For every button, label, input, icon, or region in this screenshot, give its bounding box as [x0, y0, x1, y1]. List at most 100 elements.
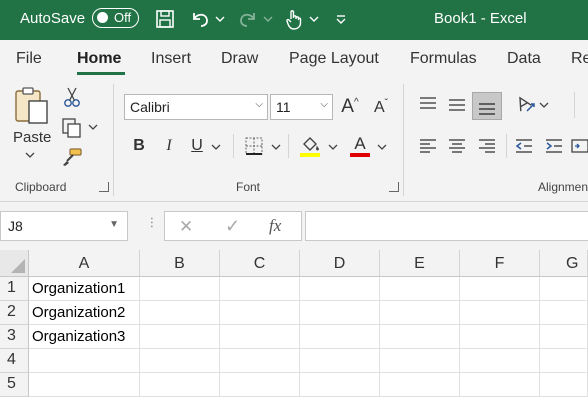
font-size-select[interactable]: 11 ⌵ [270, 94, 333, 120]
splitter-handle-icon[interactable]: ··· [144, 216, 161, 228]
tab-file[interactable]: File [16, 50, 42, 68]
tab-data[interactable]: Data [507, 50, 541, 68]
row-header-5[interactable]: 5 [0, 373, 29, 397]
cell-c1[interactable] [220, 277, 300, 301]
cell-e2[interactable] [380, 301, 460, 325]
bottom-align-icon[interactable] [472, 92, 502, 120]
orientation-icon[interactable] [512, 92, 538, 116]
redo-dropdown-icon[interactable] [262, 8, 274, 30]
cell-d2[interactable] [300, 301, 380, 325]
cell-b1[interactable] [140, 277, 220, 301]
cell-f3[interactable] [460, 325, 540, 349]
tab-page-layout[interactable]: Page Layout [289, 50, 379, 68]
paste-label[interactable]: Paste [13, 129, 51, 146]
row-header-3[interactable]: 3 [0, 325, 29, 349]
bold-button[interactable]: B [130, 135, 148, 157]
save-icon[interactable] [154, 8, 176, 30]
autosave-toggle[interactable]: Off [92, 8, 139, 28]
cell-g3[interactable] [540, 325, 588, 349]
merge-center-icon[interactable] [570, 134, 588, 158]
formula-input[interactable] [305, 211, 588, 241]
cell-b4[interactable] [140, 349, 220, 373]
tab-review[interactable]: Re [571, 50, 588, 68]
fill-color-dropdown-icon[interactable] [327, 142, 339, 152]
underline-dropdown-icon[interactable] [210, 142, 222, 152]
column-header-d[interactable]: D [300, 250, 380, 277]
cell-c2[interactable] [220, 301, 300, 325]
align-right-icon[interactable] [475, 134, 499, 158]
decrease-font-size-button[interactable]: Aˇ [369, 96, 393, 120]
cell-b5[interactable] [140, 373, 220, 397]
cell-a2[interactable]: Organization2 [29, 301, 140, 325]
tab-insert[interactable]: Insert [151, 50, 191, 68]
cell-f2[interactable] [460, 301, 540, 325]
cell-b2[interactable] [140, 301, 220, 325]
cell-e4[interactable] [380, 349, 460, 373]
paste-dropdown-icon[interactable] [24, 150, 36, 160]
undo-dropdown-icon[interactable] [214, 8, 226, 30]
decrease-indent-icon[interactable] [512, 134, 536, 158]
font-color-button[interactable]: A [348, 133, 372, 159]
customize-toolbar-icon[interactable] [334, 8, 348, 30]
align-left-icon[interactable] [416, 134, 440, 158]
cell-a1[interactable]: Organization1 [29, 277, 140, 301]
cell-e5[interactable] [380, 373, 460, 397]
column-header-f[interactable]: F [460, 250, 540, 277]
cell-a5[interactable] [29, 373, 140, 397]
cell-f4[interactable] [460, 349, 540, 373]
cell-g1[interactable] [540, 277, 588, 301]
column-header-b[interactable]: B [140, 250, 220, 277]
top-align-icon[interactable] [416, 92, 440, 116]
cell-d5[interactable] [300, 373, 380, 397]
cell-f5[interactable] [460, 373, 540, 397]
increase-indent-icon[interactable] [542, 134, 566, 158]
tab-draw[interactable]: Draw [221, 50, 258, 68]
cell-c5[interactable] [220, 373, 300, 397]
cell-g2[interactable] [540, 301, 588, 325]
cut-icon[interactable] [62, 86, 82, 108]
cell-d4[interactable] [300, 349, 380, 373]
orientation-dropdown-icon[interactable] [538, 100, 550, 110]
column-header-c[interactable]: C [220, 250, 300, 277]
font-name-select[interactable]: Calibri ⌵ [124, 94, 268, 120]
row-header-1[interactable]: 1 [0, 277, 29, 301]
cell-e1[interactable] [380, 277, 460, 301]
cell-c3[interactable] [220, 325, 300, 349]
enter-icon[interactable]: ✓ [225, 216, 240, 237]
undo-icon[interactable] [188, 8, 212, 30]
cell-b3[interactable] [140, 325, 220, 349]
column-header-e[interactable]: E [380, 250, 460, 277]
row-header-2[interactable]: 2 [0, 301, 29, 325]
font-launcher-icon[interactable] [389, 182, 399, 192]
borders-icon[interactable] [242, 135, 266, 157]
cell-f1[interactable] [460, 277, 540, 301]
cell-e3[interactable] [380, 325, 460, 349]
cell-a3[interactable]: Organization3 [29, 325, 140, 349]
cell-g5[interactable] [540, 373, 588, 397]
touch-mode-dropdown-icon[interactable] [308, 8, 320, 30]
increase-font-size-button[interactable]: A ^ [338, 94, 362, 120]
cell-a4[interactable] [29, 349, 140, 373]
cancel-icon[interactable]: ✕ [179, 217, 193, 237]
underline-button[interactable]: U [188, 135, 206, 157]
select-all-button[interactable] [0, 250, 29, 277]
cell-d3[interactable] [300, 325, 380, 349]
copy-icon[interactable] [60, 116, 84, 140]
fill-color-icon[interactable] [297, 133, 323, 159]
clipboard-launcher-icon[interactable] [99, 182, 109, 192]
cell-g4[interactable] [540, 349, 588, 373]
row-header-4[interactable]: 4 [0, 349, 29, 373]
name-box[interactable]: J8 ▼ [0, 211, 128, 241]
touch-mode-icon[interactable] [282, 8, 306, 30]
format-painter-icon[interactable] [60, 146, 84, 168]
cell-c4[interactable] [220, 349, 300, 373]
middle-align-icon[interactable] [445, 92, 469, 116]
insert-function-icon[interactable]: fx [269, 216, 281, 236]
cell-d1[interactable] [300, 277, 380, 301]
paste-icon[interactable] [12, 84, 52, 128]
align-center-icon[interactable] [445, 134, 469, 158]
borders-dropdown-icon[interactable] [270, 142, 282, 152]
copy-dropdown-icon[interactable] [87, 122, 99, 132]
font-color-dropdown-icon[interactable] [376, 142, 388, 152]
column-header-g[interactable]: G [540, 250, 588, 277]
